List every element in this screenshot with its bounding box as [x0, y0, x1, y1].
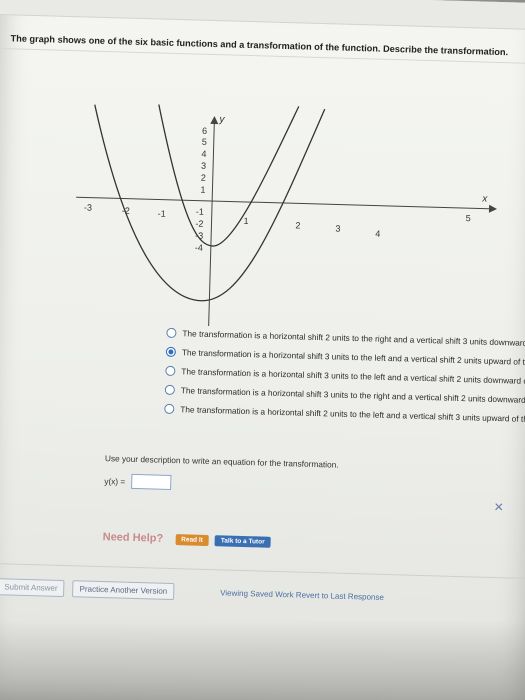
option-label: The transformation is a horizontal shift…: [180, 403, 525, 425]
footer-actions: Submit Answer Practice Another Version V…: [0, 578, 384, 606]
x-axis-label: x: [481, 194, 488, 205]
x-tick-label: -1: [158, 208, 166, 218]
y-tick-label: 6: [202, 126, 207, 136]
practice-another-version-button[interactable]: Practice Another Version: [72, 580, 175, 601]
screen: The graph shows one of the six basic fun…: [0, 0, 525, 700]
x-axis-arrow: [488, 204, 498, 213]
equation-description: Use your description to write an equatio…: [104, 453, 339, 470]
photo-background: The graph shows one of the six basic fun…: [0, 0, 525, 700]
function-graph: x y -3 -2 -1 1 2 3 4 5 6 5 4 3 2 1 -1 -2: [30, 71, 508, 364]
equation-input[interactable]: [131, 473, 172, 490]
y-tick-label: 3: [201, 161, 206, 171]
x-tick-label: 5: [466, 213, 471, 223]
equation-prefix: y(x) =: [104, 475, 126, 487]
y-axis-label: y: [218, 114, 225, 125]
submit-answer-button[interactable]: Submit Answer: [0, 578, 65, 598]
talk-to-tutor-button[interactable]: Talk to a Tutor: [214, 534, 271, 548]
basic-parabola-curve: [158, 104, 300, 247]
graph-svg: x y -3 -2 -1 1 2 3 4 5 6 5 4 3 2 1 -1 -2: [76, 104, 498, 326]
x-tick-label: 3: [335, 223, 340, 233]
divider: [0, 562, 525, 579]
y-tick-label: 4: [201, 149, 206, 159]
radio-button[interactable]: [165, 365, 176, 376]
radio-button[interactable]: [164, 384, 175, 395]
equation-row: y(x) =: [104, 473, 172, 490]
read-it-button[interactable]: Read It: [175, 533, 210, 546]
y-tick-label: 5: [202, 137, 207, 147]
x-tick-label: 1: [243, 216, 248, 226]
radio-button[interactable]: [166, 327, 177, 338]
x-tick-label: 4: [375, 229, 380, 239]
x-tick-label: -3: [84, 202, 92, 212]
need-help-heading: Need Help?: [102, 531, 164, 545]
question-prompt: The graph shows one of the six basic fun…: [10, 33, 509, 58]
radio-button-selected[interactable]: [165, 346, 177, 357]
radio-button[interactable]: [164, 403, 175, 414]
close-icon[interactable]: ✕: [494, 500, 504, 514]
x-tick-label: 2: [295, 220, 300, 230]
y-tick-label: -2: [195, 219, 203, 229]
saved-work-link[interactable]: Viewing Saved Work Revert to Last Respon…: [220, 588, 384, 602]
y-tick-label: -1: [196, 207, 204, 217]
y-axis: [208, 124, 215, 326]
help-section: Need Help? Read It Talk to a Tutor: [103, 531, 277, 548]
top-bar: [0, 0, 525, 31]
y-tick-label: -3: [195, 231, 203, 241]
y-tick-label: 1: [200, 185, 205, 195]
y-tick-label: -4: [195, 243, 203, 253]
y-tick-label: 2: [201, 173, 206, 183]
y-axis-arrow: [210, 116, 219, 125]
photo-shadow: [0, 620, 525, 700]
answer-options: The transformation is a horizontal shift…: [164, 323, 525, 428]
